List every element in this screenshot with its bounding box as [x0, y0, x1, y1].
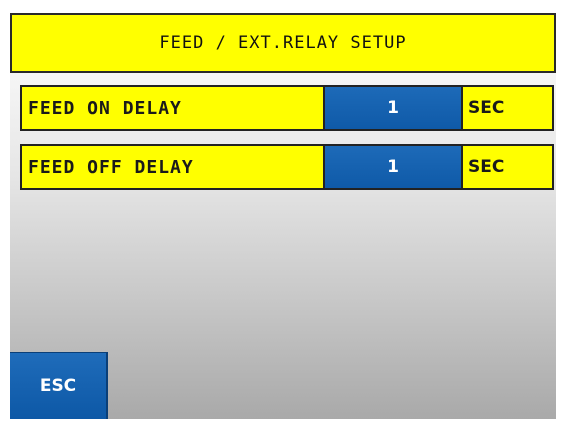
setting-value-text: 1 [387, 98, 399, 118]
setting-label: FEED OFF DELAY [20, 144, 325, 190]
setting-unit-text: SEC [468, 98, 505, 118]
feed-on-delay-value-field[interactable]: 1 [325, 85, 461, 131]
setting-label: FEED ON DELAY [20, 85, 325, 131]
setting-unit: SEC [461, 85, 554, 131]
setting-label-text: FEED ON DELAY [28, 97, 182, 119]
setting-value-text: 1 [387, 157, 399, 177]
feed-off-delay-value-field[interactable]: 1 [325, 144, 461, 190]
setting-row-feed-on-delay: FEED ON DELAY 1 SEC [20, 85, 554, 131]
setting-label-text: FEED OFF DELAY [28, 156, 194, 178]
esc-button[interactable]: ESC [10, 352, 108, 419]
setting-unit: SEC [461, 144, 554, 190]
page-title: FEED / EXT.RELAY SETUP [10, 13, 556, 73]
setting-row-feed-off-delay: FEED OFF DELAY 1 SEC [20, 144, 554, 190]
hmi-screen: FEED / EXT.RELAY SETUP FEED ON DELAY 1 S… [10, 13, 556, 419]
esc-button-label: ESC [39, 376, 77, 396]
page-title-text: FEED / EXT.RELAY SETUP [159, 33, 407, 53]
setting-unit-text: SEC [468, 157, 505, 177]
